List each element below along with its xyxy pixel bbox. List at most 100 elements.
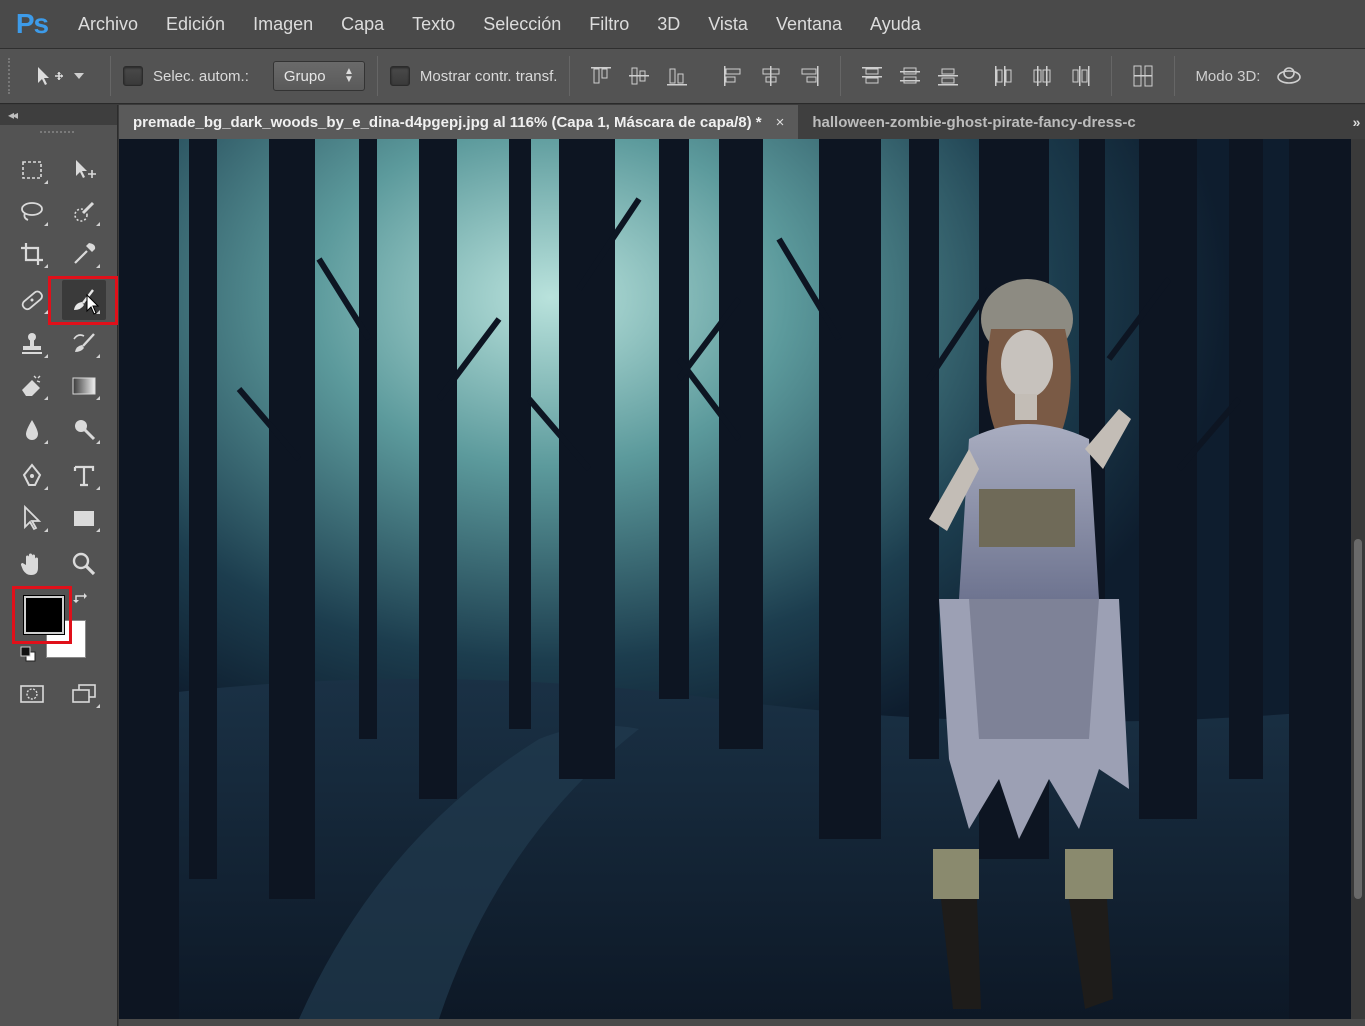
eraser-icon (22, 375, 41, 396)
eyedropper-icon (74, 243, 96, 264)
lasso-icon (21, 202, 43, 221)
align-horizontal-center-icon[interactable] (758, 63, 784, 89)
auto-select-value: Grupo (283, 67, 326, 85)
align-right-icon[interactable] (796, 63, 822, 89)
hand-tool[interactable] (10, 544, 54, 584)
quick-selection-tool[interactable] (62, 192, 106, 232)
menu-filtro[interactable]: Filtro (575, 0, 643, 48)
vertical-scrollbar[interactable] (1351, 139, 1365, 1019)
eraser-tool[interactable] (10, 366, 54, 406)
clone-stamp-tool[interactable] (10, 324, 54, 364)
status-bar (119, 1019, 1365, 1026)
auto-select-label: Selec. autom.: (153, 67, 249, 85)
tab-halloween-costume-label: halloween-zombie-ghost-pirate-fancy-dres… (812, 113, 1136, 131)
quick-selection-icon (74, 201, 95, 222)
bandage-icon (21, 290, 43, 311)
path-selection-arrow-icon (24, 504, 42, 531)
align-vertical-center-icon[interactable] (626, 63, 652, 89)
distribute-right-icon[interactable] (1067, 63, 1093, 89)
pen-icon (22, 463, 42, 486)
quick-mask-icon (20, 685, 44, 703)
menu-archivo[interactable]: Archivo (64, 0, 152, 48)
tool-preset-picker[interactable] (34, 64, 98, 88)
divider (110, 56, 111, 96)
default-colors-icon[interactable] (18, 644, 38, 664)
options-bar-grip[interactable] (8, 58, 14, 94)
move-tool[interactable] (62, 150, 106, 190)
auto-select-dropdown[interactable]: Grupo ▲ ▼ (272, 61, 365, 91)
distribute-bottom-icon[interactable] (935, 63, 961, 89)
eyedropper-tool[interactable] (62, 234, 106, 274)
menu-texto[interactable]: Texto (398, 0, 469, 48)
divider (376, 56, 378, 96)
app-logo: Ps (15, 8, 49, 39)
rotate-3d-icon[interactable] (1274, 63, 1304, 89)
type-tool[interactable] (62, 456, 106, 496)
divider (1174, 56, 1176, 96)
zoom-tool[interactable] (62, 544, 106, 584)
menu-capa[interactable]: Capa (327, 0, 398, 48)
menu-vista[interactable]: Vista (694, 0, 762, 48)
move-tool-icon (38, 67, 63, 85)
menu-seleccion[interactable]: Selección (469, 0, 575, 48)
align-bottom-icon[interactable] (664, 63, 690, 89)
history-brush-tool[interactable] (62, 324, 106, 364)
canvas-image (119, 139, 1351, 1019)
menu-bar: Ps Archivo Edición Imagen Capa Texto Sel… (0, 0, 1365, 48)
tab-halloween-costume[interactable]: halloween-zombie-ghost-pirate-fancy-dres… (798, 105, 1190, 139)
document-canvas[interactable] (119, 139, 1351, 1019)
lasso-tool[interactable] (10, 192, 54, 232)
tab-dark-woods[interactable]: premade_bg_dark_woods_by_e_dina-d4pgepj.… (119, 105, 799, 139)
rectangle-tool[interactable] (62, 498, 106, 538)
divider (840, 56, 842, 96)
history-brush-icon (73, 333, 95, 352)
screen-mode-button[interactable] (62, 674, 106, 714)
tools-panel-grip[interactable] (40, 131, 74, 137)
rectangle-icon (74, 511, 94, 526)
align-left-icon[interactable] (720, 63, 746, 89)
show-transform-checkbox[interactable] (389, 66, 410, 86)
divider (1111, 56, 1113, 96)
distribute-vertical-center-icon[interactable] (897, 63, 923, 89)
scrollbar-thumb[interactable] (1354, 539, 1362, 899)
tab-dark-woods-label: premade_bg_dark_woods_by_e_dina-d4pgepj.… (133, 113, 762, 131)
foreground-color-highlight (12, 586, 72, 644)
menu-3d[interactable]: 3D (643, 0, 694, 48)
align-top-icon[interactable] (588, 63, 614, 89)
marquee-tool[interactable] (10, 150, 54, 190)
swap-colors-icon[interactable] (72, 590, 90, 608)
document-tab-bar: premade_bg_dark_woods_by_e_dina-d4pgepj.… (119, 105, 1365, 139)
blur-tool[interactable] (10, 410, 54, 450)
pen-tool[interactable] (10, 456, 54, 496)
tools-panel-collapse[interactable]: ◂◂ (0, 105, 117, 125)
auto-select-checkbox[interactable] (123, 66, 143, 86)
gradient-icon (72, 377, 96, 395)
menu-imagen[interactable]: Imagen (239, 0, 327, 48)
distribute-left-icon[interactable] (991, 63, 1017, 89)
close-icon[interactable]: × (776, 114, 785, 131)
menu-ventana[interactable]: Ventana (762, 0, 856, 48)
dodge-tool[interactable] (62, 410, 106, 450)
screen-mode-icon (72, 684, 96, 703)
tab-overflow-chevrons-icon[interactable]: » (1345, 105, 1365, 139)
auto-align-layers-icon[interactable] (1130, 63, 1156, 89)
align-distribute-group (582, 56, 1187, 96)
brush-tool-highlight (48, 276, 118, 325)
gradient-tool[interactable] (62, 366, 106, 406)
water-drop-icon (26, 420, 38, 440)
crop-tool[interactable] (10, 234, 54, 274)
move-icon (76, 160, 96, 178)
crop-icon (21, 243, 43, 265)
distribute-top-icon[interactable] (859, 63, 885, 89)
menu-edicion[interactable]: Edición (152, 0, 239, 48)
quick-mask-button[interactable] (10, 674, 54, 714)
menu-ayuda[interactable]: Ayuda (856, 0, 935, 48)
mode-3d-label: Modo 3D: (1195, 67, 1261, 85)
rectangular-marquee-icon (22, 161, 42, 179)
stamp-icon (22, 333, 42, 354)
path-selection-tool[interactable] (10, 498, 54, 538)
magnifier-icon (72, 552, 96, 576)
dodge-icon (75, 420, 96, 441)
distribute-horizontal-center-icon[interactable] (1029, 63, 1055, 89)
updown-arrows-icon: ▲ ▼ (343, 66, 354, 85)
